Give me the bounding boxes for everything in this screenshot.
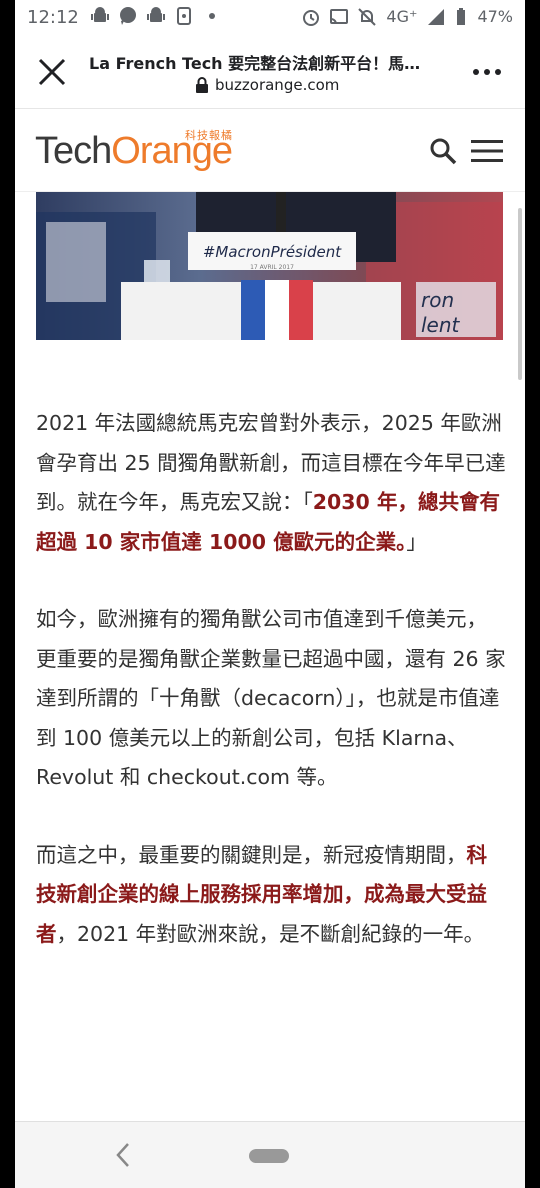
chat-bubble-icon [120,7,136,25]
cast-icon [330,8,349,24]
hamburger-menu-icon[interactable] [471,139,503,163]
mute-icon [358,7,377,26]
android-icon [91,7,109,22]
p1-text-end: 」 [406,529,427,554]
url-text: buzzorange.com [215,76,340,94]
paragraph-2: 如今，歐洲擁有的獨角獸公司市值達到千億美元，更重要的是獨角獸企業數量已超過中國，… [36,607,506,789]
sign-text: #MacronPrésident [203,243,342,261]
signal-icon [428,8,445,25]
status-bar: 12:12 4G⁺ 47% [15,0,525,36]
hero-image: ron lent #MacronPrésident 17 AVRIL 2017 [36,192,503,340]
article-body: 2021 年法國總統馬克宏曾對外表示，2025 年歐洲會孕育出 25 間獨角獸新… [36,404,506,992]
system-nav-bar [15,1121,525,1188]
logo-subtitle: 科技報橘 [185,129,233,142]
site-header: TechOrange 科技報橘 [15,109,525,192]
browser-toolbar: La French Tech 要完整台法創新平台！馬… buzzorange.c… [15,36,525,109]
status-right: 4G⁺ 47% [302,7,513,26]
more-notifications-dot [209,13,215,19]
status-time: 12:12 [27,7,79,28]
back-icon[interactable] [113,1142,133,1168]
battery-icon [457,7,466,25]
notification-icons [91,7,215,25]
phone-screen: 12:12 4G⁺ 47% La French Tech 要完整台法創新平台！馬… [15,0,525,1188]
sim-card-icon [177,7,191,25]
lock-icon [196,77,208,93]
page-title: La French Tech 要完整台法創新平台！馬… [89,54,421,73]
home-pill[interactable] [249,1149,289,1163]
paragraph-3: 而這之中，最重要的關鍵則是，新冠疫情期間，科技新創企業的線上服務採用率增加，成為… [36,836,506,955]
poster-text-2: lent [421,313,461,337]
p3-text-end: ，2021 年對歐洲來說，是不斷創紀錄的一年。 [56,921,485,946]
search-icon[interactable] [429,137,457,165]
alarm-icon [303,9,320,26]
battery-percent: 47% [477,7,513,26]
p3-text: 而這之中，最重要的關鍵則是，新冠疫情期間， [36,842,467,867]
poster-text-1: ron [421,288,454,312]
paragraph-1: 2021 年法國總統馬克宏曾對外表示，2025 年歐洲會孕育出 25 間獨角獸新… [36,404,506,562]
page-scrollbar[interactable] [518,208,522,380]
close-icon[interactable] [35,55,69,89]
url-display[interactable]: buzzorange.com [195,76,339,94]
logo-tech: Tech [35,130,112,172]
network-type: 4G⁺ [386,7,418,26]
sign-date: 17 AVRIL 2017 [250,264,294,271]
android-icon [147,7,165,22]
hero-photo: ron lent #MacronPrésident 17 AVRIL 2017 [36,192,503,340]
more-options-icon[interactable] [471,60,503,84]
